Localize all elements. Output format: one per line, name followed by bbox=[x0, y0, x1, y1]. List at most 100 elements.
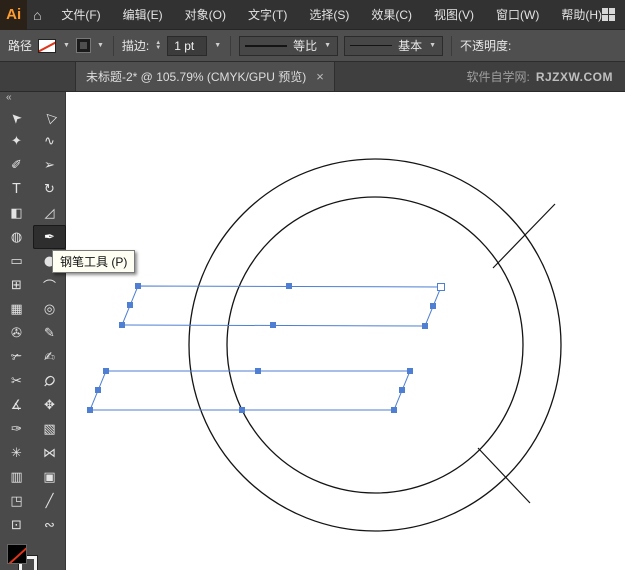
anchor-point[interactable] bbox=[87, 407, 93, 413]
curvature-tool[interactable]: ➢ bbox=[33, 153, 66, 177]
width-profile-arrow[interactable]: ▼ bbox=[323, 42, 332, 49]
selection-tool[interactable]: ➤ bbox=[0, 105, 33, 129]
menu-view[interactable]: 视图(V) bbox=[434, 6, 474, 23]
anchor-point[interactable] bbox=[270, 322, 276, 328]
brush-definition-arrow[interactable]: ▼ bbox=[428, 42, 437, 49]
circle-path[interactable] bbox=[188, 158, 562, 532]
free-transform-tool-icon: ⊡ bbox=[11, 517, 22, 533]
menu-effect[interactable]: 效果(C) bbox=[371, 6, 412, 23]
anchor-point[interactable] bbox=[407, 368, 413, 374]
rectangle-tool-icon: ▭ bbox=[10, 253, 23, 269]
lasso-tool[interactable]: ∿ bbox=[33, 129, 66, 153]
knife-tool-icon: ✃ bbox=[11, 349, 22, 365]
measure-tool[interactable]: ∡ bbox=[0, 393, 33, 417]
menu-window[interactable]: 窗口(W) bbox=[496, 6, 539, 23]
knife-tool[interactable]: ✃ bbox=[0, 345, 33, 369]
stroke-swatch[interactable] bbox=[75, 38, 91, 53]
selected-parallelogram-path[interactable] bbox=[121, 285, 442, 327]
menu-type[interactable]: 文字(T) bbox=[248, 6, 287, 23]
gradient-tool[interactable]: ▧ bbox=[33, 417, 66, 441]
anchor-point[interactable] bbox=[135, 283, 141, 289]
anchor-point[interactable] bbox=[95, 387, 101, 393]
stroke-dropdown-arrow[interactable]: ▼ bbox=[96, 42, 105, 49]
eraser-tool[interactable]: ◧ bbox=[0, 201, 33, 225]
fill-dropdown-arrow[interactable]: ▼ bbox=[62, 42, 71, 49]
menu-edit[interactable]: 编辑(E) bbox=[123, 6, 163, 23]
mesh-tool[interactable]: ⊞ bbox=[0, 273, 33, 297]
anchor-point[interactable] bbox=[127, 302, 133, 308]
none-slash-icon bbox=[8, 545, 26, 563]
perspective-grid-tool[interactable]: ◳ bbox=[0, 489, 33, 513]
menu-file[interactable]: 文件(F) bbox=[61, 6, 100, 23]
grid-tool-icon: ▦ bbox=[10, 301, 23, 317]
stroke-weight-dropdown-arrow[interactable]: ▼ bbox=[213, 42, 222, 49]
anchor-point[interactable] bbox=[286, 283, 292, 289]
tick-line[interactable] bbox=[492, 203, 556, 269]
slice-tool[interactable]: ╱ bbox=[33, 489, 66, 513]
home-icon[interactable]: ⌂ bbox=[27, 7, 47, 23]
menu-help[interactable]: 帮助(H) bbox=[561, 6, 602, 23]
tab-close-icon[interactable]: × bbox=[316, 69, 324, 84]
free-transform-tool[interactable]: ⊡ bbox=[0, 513, 33, 537]
polar-grid-tool[interactable]: ◎ bbox=[33, 297, 66, 321]
anchor-point[interactable] bbox=[119, 322, 125, 328]
spin-down-icon[interactable]: ▼ bbox=[155, 45, 161, 51]
eyedropper-tool-icon: ✑ bbox=[11, 421, 22, 437]
menu-object[interactable]: 对象(O) bbox=[185, 6, 226, 23]
column-graph-tool[interactable]: ▥ bbox=[0, 465, 33, 489]
direct-selection-tool[interactable]: ▷ bbox=[33, 105, 66, 129]
anchor-point[interactable] bbox=[103, 368, 109, 374]
app-logo[interactable]: Ai bbox=[0, 0, 28, 30]
arrange-documents-icon[interactable] bbox=[602, 8, 615, 21]
grid-tool[interactable]: ▦ bbox=[0, 297, 33, 321]
perspective-grid-tool-icon: ◳ bbox=[10, 493, 23, 509]
anchor-point[interactable] bbox=[430, 303, 436, 309]
artboard-canvas[interactable] bbox=[66, 92, 625, 570]
hand-tool[interactable]: ✥ bbox=[33, 393, 66, 417]
fill-stroke-swatches[interactable] bbox=[7, 544, 43, 570]
selected-parallelogram-path[interactable] bbox=[89, 370, 411, 411]
anchor-point[interactable] bbox=[391, 407, 397, 413]
scale-tool[interactable]: ◿ bbox=[33, 201, 66, 225]
pen-tool-tooltip: 钢笔工具 (P) bbox=[52, 250, 136, 273]
type-tool[interactable]: T bbox=[0, 177, 33, 201]
rotate-tool[interactable]: ↻ bbox=[33, 177, 66, 201]
zoom-tool[interactable]: Ϙ bbox=[33, 369, 66, 393]
anchor-point[interactable] bbox=[399, 387, 405, 393]
stroke-weight-spinner[interactable]: ▲ ▼ bbox=[155, 40, 161, 51]
pen-tool[interactable]: ✒ bbox=[33, 225, 66, 249]
pencil-tool[interactable]: ✎ bbox=[33, 321, 66, 345]
artboard-tool[interactable]: ▣ bbox=[33, 465, 66, 489]
width-profile-dropdown[interactable]: 等比 ▼ bbox=[239, 35, 339, 56]
fill-swatch[interactable] bbox=[38, 38, 57, 53]
shape-builder-tool[interactable]: ◍ bbox=[0, 225, 33, 249]
site-domain: RJZXW.COM bbox=[535, 69, 613, 84]
shaper-tool[interactable]: ✍ bbox=[33, 345, 66, 369]
stroke-weight-label: 描边: bbox=[121, 39, 150, 53]
anchor-point[interactable] bbox=[255, 368, 261, 374]
stroke-weight-field[interactable]: 1 pt bbox=[167, 35, 208, 56]
rectangle-tool[interactable]: ▭ bbox=[0, 249, 33, 273]
document-tab-bar: 未标题-2* @ 105.79% (CMYK/GPU 预览) × 软件自学网: … bbox=[0, 62, 625, 92]
menu-select[interactable]: 选择(S) bbox=[309, 6, 349, 23]
magic-wand-tool[interactable]: ✦ bbox=[0, 129, 33, 153]
spiral-tool[interactable]: ✇ bbox=[0, 321, 33, 345]
width-tool[interactable]: ⋈ bbox=[33, 441, 66, 465]
type-tool-icon: T bbox=[12, 181, 21, 197]
anchor-point[interactable] bbox=[239, 407, 245, 413]
zoom-tool-icon: Ϙ bbox=[40, 372, 59, 390]
brush-definition-dropdown[interactable]: 基本 ▼ bbox=[344, 35, 444, 56]
smooth-tool[interactable]: ⌒ bbox=[33, 273, 66, 297]
anchor-point[interactable] bbox=[437, 283, 445, 291]
control-bar: 路径 ▼ ▼ 描边: ▲ ▼ 1 pt ▼ 等比 ▼ 基本 ▼ 不透明度: bbox=[0, 30, 625, 62]
fill-color-swatch[interactable] bbox=[7, 544, 27, 564]
scissors-tool[interactable]: ✂ bbox=[0, 369, 33, 393]
symbol-sprayer-tool-icon: ✳ bbox=[11, 445, 22, 461]
eyedropper-tool[interactable]: ✑ bbox=[0, 417, 33, 441]
blend-tool[interactable]: ∾ bbox=[33, 513, 66, 537]
document-tab[interactable]: 未标题-2* @ 105.79% (CMYK/GPU 预览) × bbox=[75, 62, 335, 91]
collapse-panel-icon[interactable]: « bbox=[0, 92, 65, 105]
anchor-point[interactable] bbox=[422, 323, 428, 329]
paintbrush-tool[interactable]: ✐ bbox=[0, 153, 33, 177]
symbol-sprayer-tool[interactable]: ✳ bbox=[0, 441, 33, 465]
